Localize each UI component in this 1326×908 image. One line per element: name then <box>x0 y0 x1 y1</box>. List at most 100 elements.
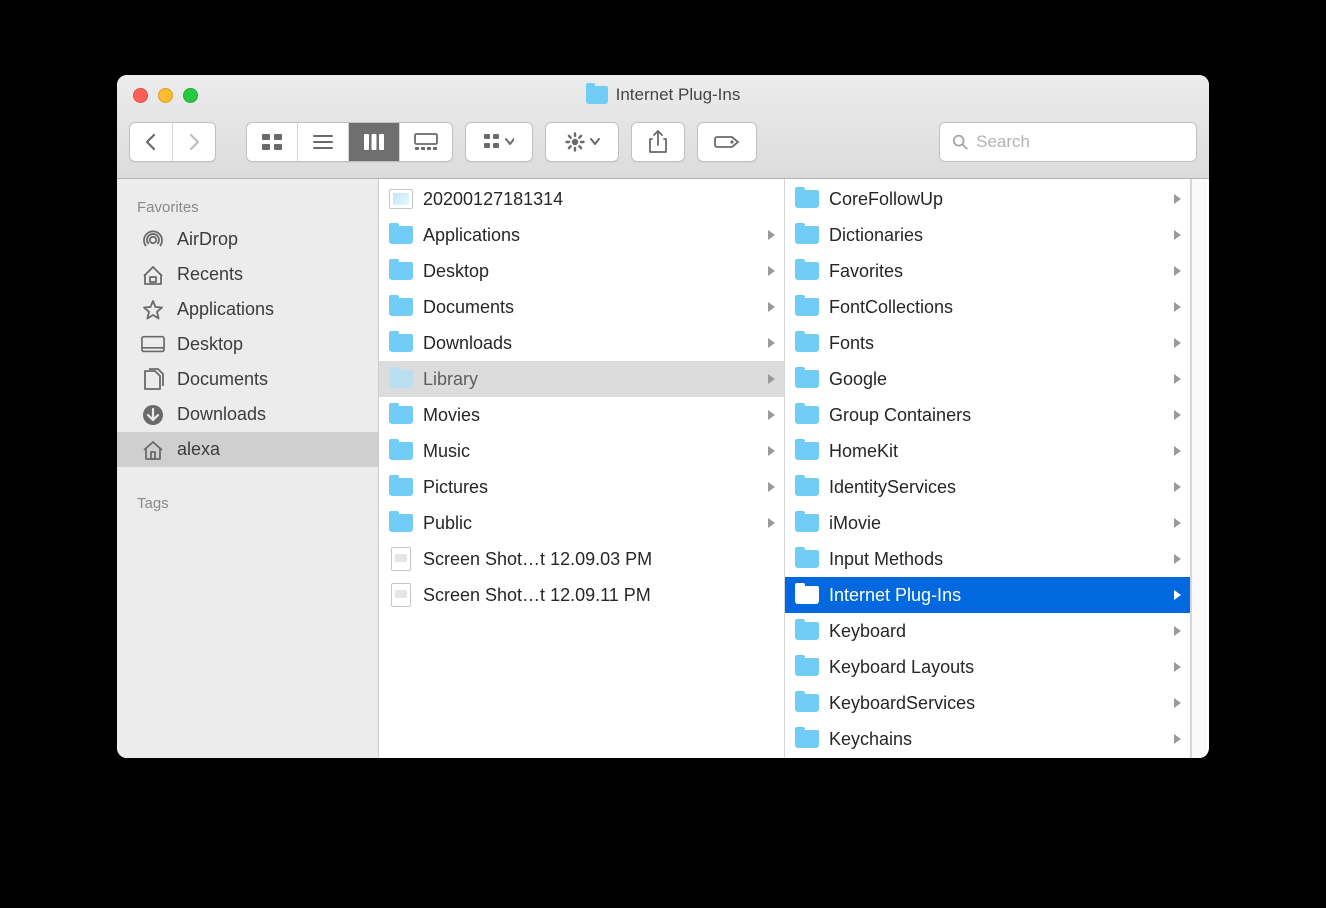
sidebar-item-alexa[interactable]: alexa <box>117 432 378 467</box>
chevron-right-icon <box>1173 229 1182 241</box>
gallery-view-button[interactable] <box>400 123 452 161</box>
folder-icon <box>795 262 819 280</box>
file-row[interactable]: IdentityServices <box>785 469 1190 505</box>
search-field[interactable] <box>939 122 1197 162</box>
file-name: Downloads <box>423 333 757 354</box>
file-name: Keychains <box>829 729 1163 750</box>
folder-icon <box>389 514 413 532</box>
file-row[interactable]: Internet Plug-Ins <box>785 577 1190 613</box>
file-row[interactable]: Google <box>785 361 1190 397</box>
close-window-button[interactable] <box>133 88 148 103</box>
image-file-icon <box>389 189 413 209</box>
file-name: Library <box>423 369 757 390</box>
search-input[interactable] <box>976 132 1184 152</box>
chevron-right-icon <box>1173 337 1182 349</box>
chevron-right-icon <box>1173 589 1182 601</box>
folder-icon <box>795 694 819 712</box>
file-row[interactable]: KeyboardServices <box>785 685 1190 721</box>
traffic-lights <box>117 88 198 103</box>
file-name: 20200127181314 <box>423 189 776 210</box>
file-row[interactable]: Group Containers <box>785 397 1190 433</box>
file-name: Dictionaries <box>829 225 1163 246</box>
file-row[interactable]: Library <box>379 361 784 397</box>
file-name: Screen Shot…t 12.09.03 PM <box>423 549 776 570</box>
sidebar-item-airdrop[interactable]: AirDrop <box>117 222 378 257</box>
sidebar-item-label: Downloads <box>177 404 266 425</box>
file-row[interactable]: Favorites <box>785 253 1190 289</box>
file-icon <box>391 583 411 607</box>
action-button[interactable] <box>546 123 618 161</box>
chevron-right-icon <box>767 337 776 349</box>
file-name: Documents <box>423 297 757 318</box>
file-row[interactable]: Pictures <box>379 469 784 505</box>
disclosure-arrow <box>767 261 776 282</box>
folder-icon <box>795 478 819 496</box>
sidebar-item-label: AirDrop <box>177 229 238 250</box>
window-title: Internet Plug-Ins <box>117 85 1209 105</box>
file-row[interactable]: Public <box>379 505 784 541</box>
chevron-right-icon <box>1173 265 1182 277</box>
file-row[interactable]: FontCollections <box>785 289 1190 325</box>
column-2[interactable]: CoreFollowUp Dictionaries FavoritesFontCol… <box>785 179 1191 758</box>
folder-icon <box>389 442 413 460</box>
list-view-button[interactable] <box>298 123 349 161</box>
sidebar-item-desktop[interactable]: Desktop <box>117 327 378 362</box>
zoom-window-button[interactable] <box>183 88 198 103</box>
column-1[interactable]: 20200127181314 Applications Desktop Documen… <box>379 179 785 758</box>
folder-icon <box>389 370 413 388</box>
airdrop-icon <box>141 228 165 252</box>
folder-icon <box>389 298 413 316</box>
chevron-right-icon <box>1173 193 1182 205</box>
sidebar-section-tags: Tags <box>117 485 378 518</box>
sidebar-item-applications[interactable]: Applications <box>117 292 378 327</box>
arrange-group <box>465 122 533 162</box>
file-row[interactable]: Keyboard Layouts <box>785 649 1190 685</box>
minimize-window-button[interactable] <box>158 88 173 103</box>
column-view-button[interactable] <box>349 123 400 161</box>
file-name: Desktop <box>423 261 757 282</box>
file-row[interactable]: HomeKit <box>785 433 1190 469</box>
action-group <box>545 122 619 162</box>
file-name: IdentityServices <box>829 477 1163 498</box>
file-name: Group Containers <box>829 405 1163 426</box>
disclosure-arrow <box>1173 225 1182 246</box>
file-row[interactable]: Dictionaries <box>785 217 1190 253</box>
sidebar: Favorites AirDrop RecentsApplicationsDesk… <box>117 179 379 758</box>
file-row[interactable]: Input Methods <box>785 541 1190 577</box>
file-row[interactable]: Screen Shot…t 12.09.03 PM <box>379 541 784 577</box>
file-row[interactable]: Music <box>379 433 784 469</box>
file-row[interactable]: 20200127181314 <box>379 181 784 217</box>
documents-icon <box>141 368 165 392</box>
disclosure-arrow <box>767 477 776 498</box>
disclosure-arrow <box>1173 693 1182 714</box>
sidebar-item-recents[interactable]: Recents <box>117 257 378 292</box>
back-button[interactable] <box>130 123 173 161</box>
forward-button[interactable] <box>173 123 215 161</box>
file-row[interactable]: Documents <box>379 289 784 325</box>
nav-group <box>129 122 216 162</box>
file-row[interactable]: iMovie <box>785 505 1190 541</box>
arrange-button[interactable] <box>466 123 532 161</box>
file-row[interactable]: Fonts <box>785 325 1190 361</box>
file-row[interactable]: Downloads <box>379 325 784 361</box>
icon-view-button[interactable] <box>247 123 298 161</box>
folder-icon <box>795 298 819 316</box>
file-row[interactable]: CoreFollowUp <box>785 181 1190 217</box>
file-name: Applications <box>423 225 757 246</box>
file-row[interactable]: Keychains <box>785 721 1190 757</box>
file-row[interactable]: Applications <box>379 217 784 253</box>
file-row[interactable]: Movies <box>379 397 784 433</box>
sidebar-item-documents[interactable]: Documents <box>117 362 378 397</box>
sidebar-section-favorites: Favorites <box>117 189 378 222</box>
edit-tags-button[interactable] <box>698 123 756 161</box>
file-row[interactable]: Keyboard <box>785 613 1190 649</box>
sidebar-item-downloads[interactable]: Downloads <box>117 397 378 432</box>
file-row[interactable]: Desktop <box>379 253 784 289</box>
file-name: Movies <box>423 405 757 426</box>
share-button[interactable] <box>632 123 684 161</box>
disclosure-arrow <box>1173 585 1182 606</box>
folder-icon <box>795 442 819 460</box>
tags-group <box>697 122 757 162</box>
file-row[interactable]: Screen Shot…t 12.09.11 PM <box>379 577 784 613</box>
folder-icon <box>795 334 819 352</box>
